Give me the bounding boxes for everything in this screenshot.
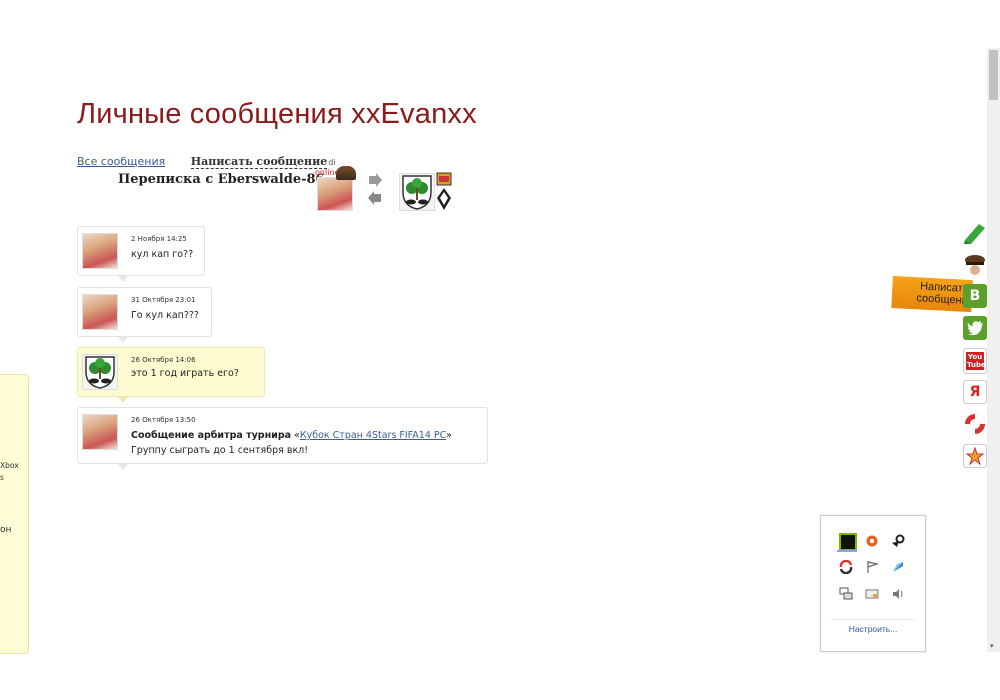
message-text: кул кап го?? — [131, 249, 194, 260]
cap-icon — [336, 166, 356, 180]
left-side-panel: Xbox s он — [0, 374, 29, 654]
tray-highlight — [837, 550, 857, 552]
sender-avatar[interactable] — [82, 233, 118, 269]
scrollbar[interactable]: ▾ — [987, 48, 1000, 652]
bubble-tail — [118, 464, 128, 470]
bubble-tail — [118, 397, 128, 403]
twitter-icon[interactable] — [963, 316, 987, 340]
avatar-icon[interactable] — [963, 252, 987, 276]
my-avatar[interactable] — [317, 177, 353, 211]
system-tray-popup: Настроить... — [820, 515, 926, 652]
page-title: Личные сообщения xxEvanxx — [77, 98, 477, 130]
star-icon[interactable] — [963, 444, 987, 468]
nvidia-icon[interactable] — [839, 533, 857, 551]
all-messages-link[interactable]: Все сообщения — [77, 155, 165, 168]
bubble-tail — [118, 276, 128, 282]
message-nav: Все сообщения Написать сообщениеdi — [77, 155, 336, 169]
message-date: 26 Октября 13:50 — [131, 416, 196, 424]
write-tab-label-2: сообщени — [916, 292, 969, 307]
conversation-title: Переписка с Eberswalde-86 — [118, 172, 325, 187]
edit-icon[interactable] — [963, 220, 987, 244]
network-tool-icon[interactable] — [891, 559, 905, 573]
vk-icon[interactable]: B — [963, 284, 987, 308]
badge-icon — [434, 172, 454, 212]
steam-icon[interactable] — [891, 533, 905, 547]
scrollbar-thumb[interactable] — [989, 50, 998, 100]
customize-link[interactable]: Настроить... — [821, 624, 925, 634]
message-item: 26 Октября 13:50 Сообщение арбитра турни… — [77, 407, 488, 470]
message-item: 2 Ноября 14:25 кул кап го?? — [77, 226, 205, 282]
sync-icon[interactable] — [839, 559, 853, 575]
record-icon[interactable] — [865, 533, 879, 547]
message-date: 26 Октября 14:06 — [131, 356, 196, 364]
youtube-icon[interactable]: You Tube — [963, 348, 987, 374]
opponent-avatar[interactable] — [399, 173, 435, 211]
arbiter-label: Сообщение арбитра турнира — [131, 430, 292, 441]
sender-avatar[interactable] — [82, 354, 118, 390]
tray-separator — [831, 619, 915, 620]
message-text-line2: Группу сыграть до 1 сентября вкл! — [131, 445, 309, 456]
bubble-tail — [118, 337, 128, 343]
yandex-icon[interactable]: Я — [963, 380, 987, 404]
left-panel-text: Xbox — [0, 461, 19, 470]
scroll-down-arrow[interactable]: ▾ — [990, 642, 994, 650]
message-text: Сообщение арбитра турнира «Кубок Стран 4… — [131, 430, 452, 441]
exchange-arrows-icon — [366, 172, 384, 206]
display-icon[interactable] — [865, 586, 879, 600]
left-panel-text: он — [0, 525, 12, 535]
message-date: 31 Октября 23:01 — [131, 296, 196, 304]
write-message-link[interactable]: Написать сообщение — [190, 155, 328, 169]
sender-avatar[interactable] — [82, 294, 118, 330]
flag-icon[interactable] — [865, 559, 880, 573]
youtube-label: You Tube — [966, 352, 986, 370]
sender-avatar[interactable] — [82, 414, 118, 450]
network-icon[interactable] — [839, 586, 853, 600]
message-date: 2 Ноября 14:25 — [131, 235, 187, 243]
lifebuoy-icon[interactable] — [963, 412, 987, 436]
nav-tiny-text: di — [328, 158, 336, 167]
message-text: это 1 год играть его? — [131, 368, 239, 379]
tournament-link[interactable]: Кубок Стран 4Stars FIFA14 PC — [300, 430, 446, 441]
left-panel-text: s — [0, 473, 4, 482]
volume-icon[interactable] — [891, 586, 905, 600]
write-message-tab[interactable]: Написать сообщени — [891, 276, 973, 313]
message-item: 26 Октября 14:06 это 1 год играть его? — [77, 347, 265, 403]
quote-open: « — [291, 430, 300, 441]
message-text: Го кул кап??? — [131, 310, 199, 321]
quote-close: » — [446, 430, 452, 441]
message-item: 31 Октября 23:01 Го кул кап??? — [77, 287, 212, 343]
